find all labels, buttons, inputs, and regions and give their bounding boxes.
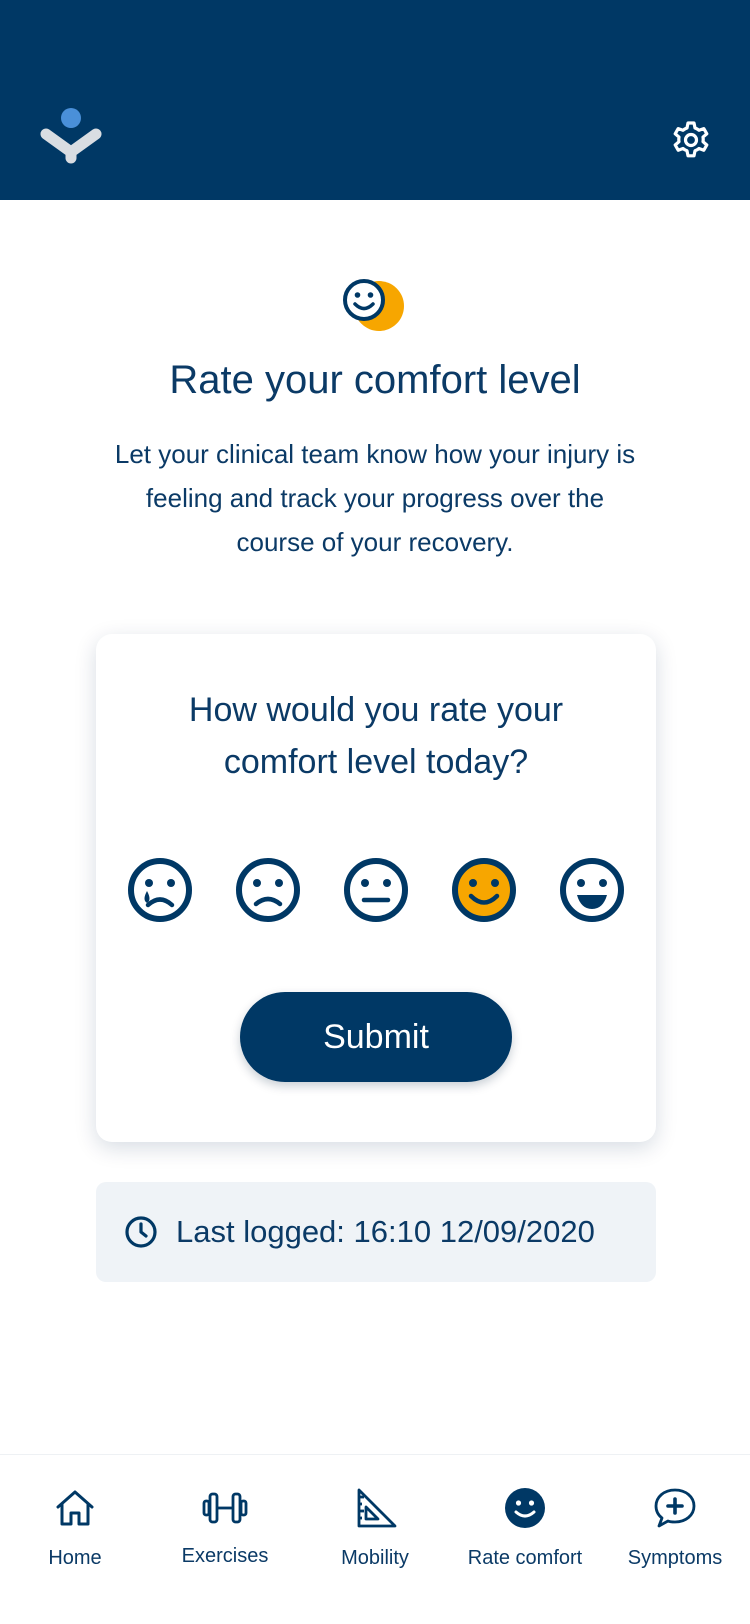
submit-button[interactable]: Submit: [240, 992, 512, 1082]
nav-item-rate-comfort[interactable]: Rate comfort: [450, 1455, 600, 1624]
rating-faces: [126, 856, 626, 926]
nav-label-mobility: Mobility: [341, 1547, 409, 1569]
rating-question: How would you rate your comfort level to…: [188, 691, 564, 781]
nav-label-home: Home: [48, 1547, 102, 1569]
crying-face-icon[interactable]: [126, 856, 194, 924]
brand-logo-icon: [40, 108, 102, 164]
chat-plus-icon: [654, 1488, 696, 1528]
neutral-face-icon[interactable]: [342, 856, 410, 924]
app-header: [0, 0, 750, 200]
nav-item-mobility[interactable]: Mobility: [300, 1455, 450, 1624]
set-square-icon: [357, 1488, 397, 1528]
sad-face-icon[interactable]: [234, 856, 302, 924]
nav-item-symptoms[interactable]: Symptoms: [600, 1455, 750, 1624]
nav-label-exercises: Exercises: [181, 1545, 269, 1567]
page-description: Let your clinical team know how your inj…: [114, 439, 636, 557]
smiley-icon: [505, 1488, 545, 1528]
rating-card: How would you rate your comfort level to…: [96, 634, 656, 1142]
last-logged-text: Last logged: 16:10 12/09/2020: [176, 1214, 595, 1249]
grinning-face-icon[interactable]: [558, 856, 626, 924]
nav-item-exercises[interactable]: Exercises: [150, 1455, 300, 1624]
bottom-nav: Home Exercises Mobility Rate comfort Sym…: [0, 1454, 750, 1624]
dumbbell-icon: [202, 1492, 248, 1524]
home-icon: [56, 1490, 94, 1526]
gear-icon[interactable]: [671, 120, 711, 160]
nav-item-home[interactable]: Home: [0, 1455, 150, 1624]
smiling-face-icon[interactable]: [450, 856, 518, 924]
clock-icon: [125, 1216, 157, 1248]
page-title: Rate your comfort level: [169, 358, 581, 402]
comfort-face-icon: [343, 279, 404, 331]
nav-label-symptoms: Symptoms: [627, 1547, 723, 1569]
last-logged-panel: Last logged: 16:10 12/09/2020: [96, 1182, 656, 1282]
nav-label-rate-comfort: Rate comfort: [467, 1547, 583, 1569]
